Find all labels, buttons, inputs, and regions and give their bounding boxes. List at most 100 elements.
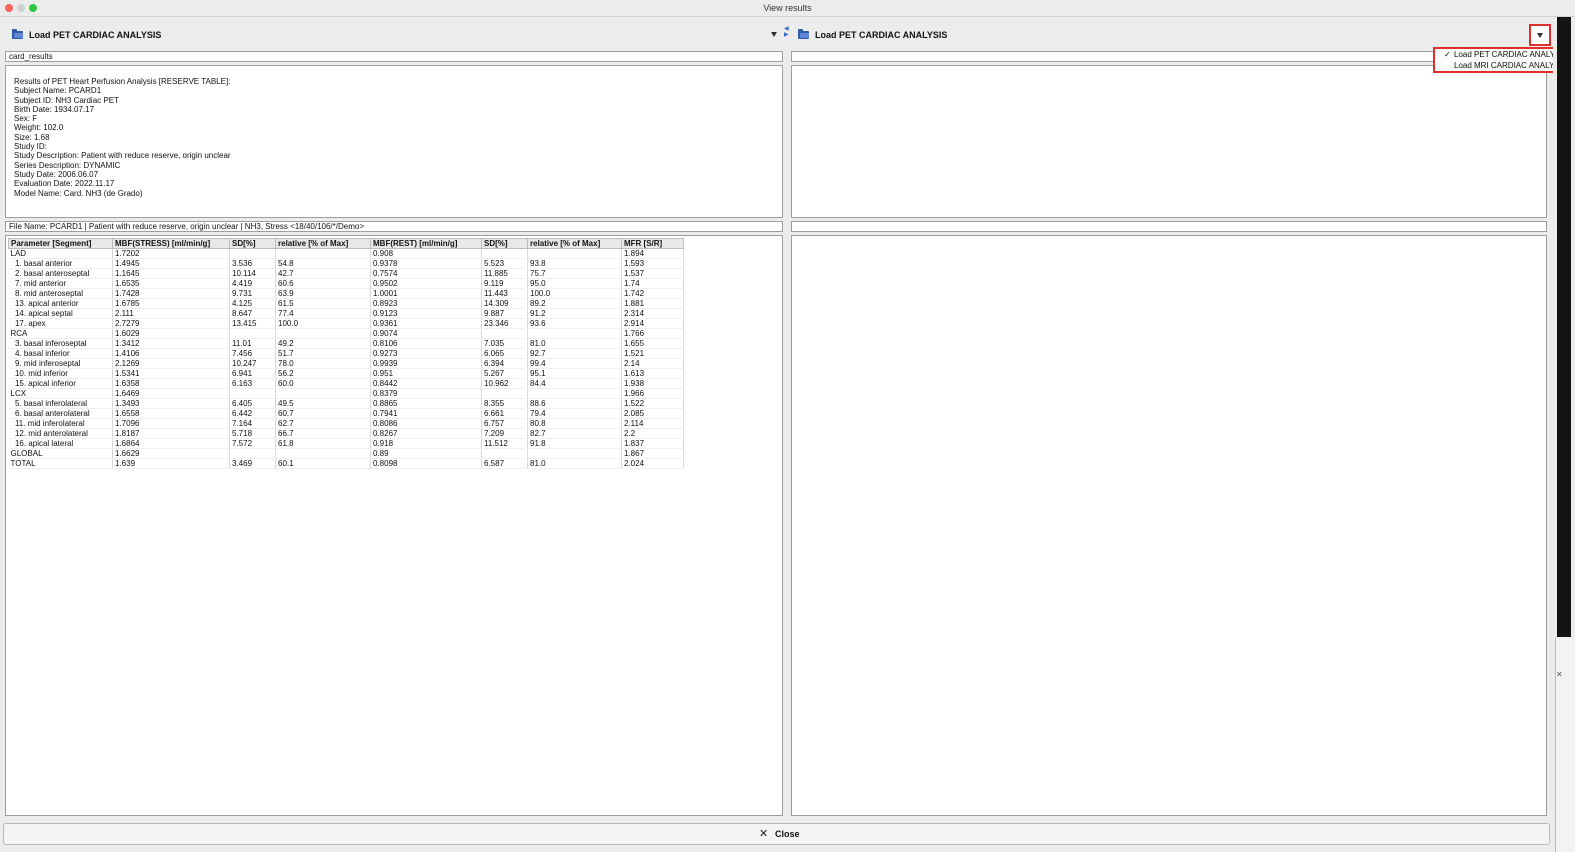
table-cell: 3. basal inferoseptal xyxy=(8,338,113,349)
table-cell: 60.6 xyxy=(275,278,371,289)
table-cell: 0.8267 xyxy=(370,428,482,439)
right-load-label: Load PET CARDIAC ANALYSIS xyxy=(815,30,948,40)
table-row[interactable]: RCA 1.6029 0.9074 1.766 xyxy=(8,328,684,339)
menu-item-load-pet[interactable]: ✓ Load PET CARDIAC ANALYSIS xyxy=(1435,49,1568,60)
column-header[interactable]: Parameter [Segment] xyxy=(8,238,113,249)
table-row[interactable]: 11. mid inferolateral 1.7096 7.164 62.7 0.80… xyxy=(8,418,684,429)
table-cell: 93.8 xyxy=(527,258,622,269)
table-row[interactable]: LAD 1.7202 0.908 1.894 xyxy=(8,248,684,259)
splitter-handle[interactable]: ◀ ▶ xyxy=(784,26,789,40)
table-cell: 0.7941 xyxy=(370,408,482,419)
table-cell: 2.7279 xyxy=(112,318,230,329)
table-cell: 9.119 xyxy=(481,278,528,289)
table-cell: 0.918 xyxy=(370,438,482,449)
table-row[interactable]: TOTAL 1.639 3.469 60.1 0.8098 6.587 81.0 2.024 xyxy=(8,458,684,469)
table-cell: 75.7 xyxy=(527,268,622,279)
left-load-selector[interactable]: Load PET CARDIAC ANALYSIS xyxy=(4,24,784,46)
table-cell: 1.867 xyxy=(621,448,684,459)
table-row[interactable]: 3. basal inferoseptal 1.3412 11.01 49.2 0.81… xyxy=(8,338,684,349)
column-header[interactable]: MBF(STRESS) [ml/min/g] xyxy=(112,238,230,249)
table-cell: 6.394 xyxy=(481,358,528,369)
column-header[interactable]: relative [% of Max] xyxy=(527,238,622,249)
table-row[interactable]: 14. apical septal 2.111 8.647 77.4 0.9123 9.8… xyxy=(8,308,684,319)
load-dropdown-button[interactable] xyxy=(1529,24,1551,46)
table-cell: 54.8 xyxy=(275,258,371,269)
table-cell: 6.442 xyxy=(229,408,276,419)
table-cell: 0.7574 xyxy=(370,268,482,279)
table-row[interactable]: LCX 1.6469 0.8379 1.966 xyxy=(8,388,684,399)
result-name-field[interactable]: card_results xyxy=(5,51,783,62)
table-row[interactable]: GLOBAL 1.6629 0.89 1.867 xyxy=(8,448,684,459)
results-table-area: Parameter [Segment] MBF(STRESS) [ml/min/g… xyxy=(5,235,783,816)
table-cell: 81.0 xyxy=(527,338,622,349)
table-cell xyxy=(275,448,371,459)
table-row[interactable]: 2. basal anteroseptal 1.1645 10.114 42.7 0.7… xyxy=(8,268,684,279)
table-row[interactable]: 4. basal inferior 1.4106 7.456 51.7 0.9273 6.… xyxy=(8,348,684,359)
table-cell: 0.8923 xyxy=(370,298,482,309)
table-row[interactable]: 5. basal inferolateral 1.3493 6.405 49.5 0.8… xyxy=(8,398,684,409)
table-cell: 62.7 xyxy=(275,418,371,429)
left-results-pane: Load PET CARDIAC ANALYSIS card_results R… xyxy=(4,18,784,818)
table-row[interactable]: 13. apical anterior 1.6785 4.125 61.5 0.8923… xyxy=(8,298,684,309)
table-cell: 2.314 xyxy=(621,308,684,319)
table-cell: RCA xyxy=(8,328,113,339)
table-cell xyxy=(481,248,528,259)
table-cell: 61.5 xyxy=(275,298,371,309)
table-row[interactable]: 10. mid inferior 1.5341 6.941 56.2 0.951 5.26… xyxy=(8,368,684,379)
close-button[interactable]: ✕ Close xyxy=(3,823,1550,845)
table-cell: GLOBAL xyxy=(8,448,113,459)
table-cell: 1.0001 xyxy=(370,288,482,299)
table-cell xyxy=(527,328,622,339)
table-cell: 6.163 xyxy=(229,378,276,389)
table-cell: 2.085 xyxy=(621,408,684,419)
table-cell: 82.7 xyxy=(527,428,622,439)
column-header[interactable]: SD[%] xyxy=(229,238,276,249)
column-header[interactable]: MFR [S/R] xyxy=(621,238,684,249)
table-cell: 99.4 xyxy=(527,358,622,369)
table-cell: 0.8086 xyxy=(370,418,482,429)
menu-item-load-mri[interactable]: Load MRI CARDIAC ANALYSIS xyxy=(1435,60,1567,71)
table-cell: 8.647 xyxy=(229,308,276,319)
table-cell: 7.572 xyxy=(229,438,276,449)
table-cell: 4.419 xyxy=(229,278,276,289)
table-row[interactable]: 9. mid inferoseptal 2.1269 10.247 78.0 0.993… xyxy=(8,358,684,369)
table-cell: 60.1 xyxy=(275,458,371,469)
menu-item-label: Load PET CARDIAC ANALYSIS xyxy=(1454,50,1568,59)
table-row[interactable]: 1. basal anterior 1.4945 3.536 54.8 0.9378 5.… xyxy=(8,258,684,269)
table-row[interactable]: 16. apical lateral 1.6864 7.572 61.8 0.918 11… xyxy=(8,438,684,449)
table-cell: 2.024 xyxy=(621,458,684,469)
table-cell: 2.2 xyxy=(621,428,684,439)
table-cell: 100.0 xyxy=(275,318,371,329)
table-row[interactable]: 12. mid anterolateral 1.8187 5.718 66.7 0.82… xyxy=(8,428,684,439)
result-info-text: Results of PET Heart Perfusion Analysis … xyxy=(14,77,231,198)
file-name-field: File Name: PCARD1 | Patient with reduce … xyxy=(5,221,783,232)
table-cell: 95.0 xyxy=(527,278,622,289)
table-cell: 2.1269 xyxy=(112,358,230,369)
table-cell: 91.2 xyxy=(527,308,622,319)
table-cell: 1.537 xyxy=(621,268,684,279)
table-cell: LCX xyxy=(8,388,113,399)
right-file-name-field xyxy=(791,221,1547,232)
table-cell: 92.7 xyxy=(527,348,622,359)
table-cell: TOTAL xyxy=(8,458,113,469)
table-cell: 1.593 xyxy=(621,258,684,269)
column-header[interactable]: MBF(REST) [ml/min/g] xyxy=(370,238,482,249)
table-cell: 91.8 xyxy=(527,438,622,449)
table-row[interactable]: 15. apical inferior 1.6358 6.163 60.0 0.8442… xyxy=(8,378,684,389)
table-cell: 1.881 xyxy=(621,298,684,309)
chevron-down-icon[interactable] xyxy=(771,32,777,37)
table-row[interactable]: 6. basal anterolateral 1.6558 6.442 60.7 0.7… xyxy=(8,408,684,419)
table-cell: 60.7 xyxy=(275,408,371,419)
table-row[interactable]: 17. apex 2.7279 13.415 100.0 0.9361 23.346 93.… xyxy=(8,318,684,329)
table-cell: 1.1645 xyxy=(112,268,230,279)
right-load-selector[interactable]: Load PET CARDIAC ANALYSIS xyxy=(790,24,1548,46)
table-cell: 1.639 xyxy=(112,458,230,469)
column-header[interactable]: relative [% of Max] xyxy=(275,238,371,249)
table-cell: 1.6358 xyxy=(112,378,230,389)
table-cell: 4. basal inferior xyxy=(8,348,113,359)
table-row[interactable]: 7. mid anterior 1.6535 4.419 60.6 0.9502 9.11… xyxy=(8,278,684,289)
table-cell: 0.8106 xyxy=(370,338,482,349)
column-header[interactable]: SD[%] xyxy=(481,238,528,249)
table-row[interactable]: 8. mid anteroseptal 1.7428 9.731 63.9 1.0001… xyxy=(8,288,684,299)
table-cell: 79.4 xyxy=(527,408,622,419)
